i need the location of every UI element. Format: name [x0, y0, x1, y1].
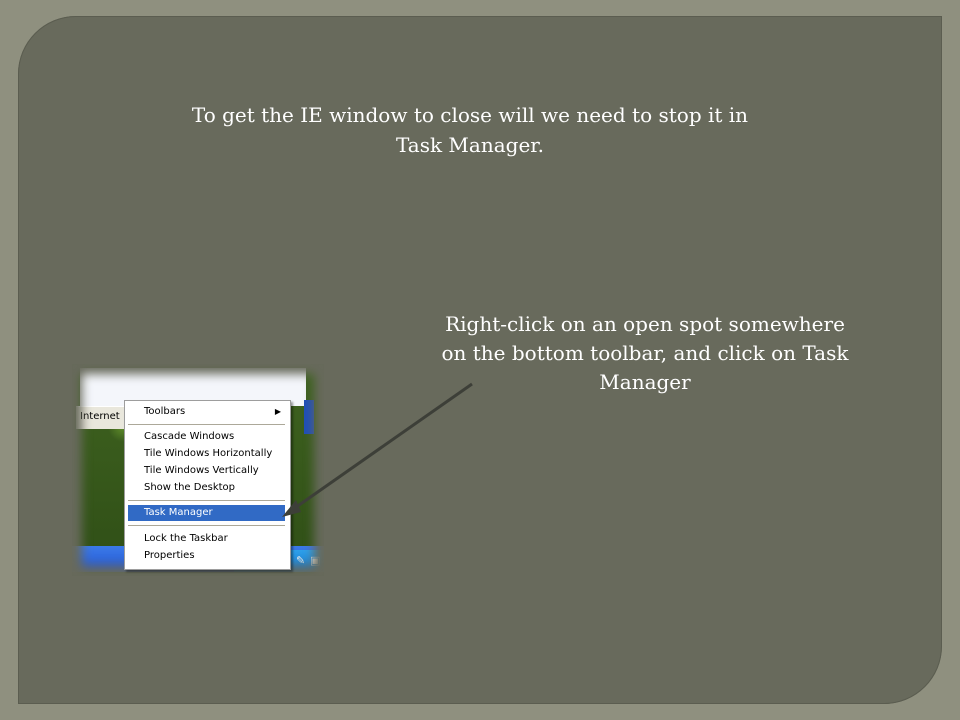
menu-item-cascade-windows[interactable]: Cascade Windows: [128, 429, 285, 445]
slide-title: To get the IE window to close will we ne…: [191, 103, 749, 157]
menu-separator: [128, 525, 285, 526]
submenu-arrow-icon: ▶: [274, 407, 281, 416]
menu-item-label: Cascade Windows: [144, 431, 235, 442]
menu-item-show-desktop[interactable]: Show the Desktop: [128, 480, 285, 496]
menu-item-task-manager[interactable]: Task Manager: [128, 505, 285, 521]
menu-item-label: Tile Windows Vertically: [144, 465, 259, 476]
taskbar-context-menu: Toolbars ▶ Cascade Windows Tile Windows …: [124, 400, 291, 570]
menu-item-properties[interactable]: Properties: [128, 548, 285, 564]
taskbar-screenshot: Internet ♫ ou ⚡ ✎ ▣ Toolbars ▶ Cascade W…: [72, 364, 324, 576]
menu-item-lock-taskbar[interactable]: Lock the Taskbar: [128, 531, 285, 547]
menu-item-label: Toolbars: [144, 406, 186, 417]
menu-item-label: Properties: [144, 550, 195, 561]
menu-item-tile-horizontally[interactable]: Tile Windows Horizontally: [128, 446, 285, 462]
menu-item-label: Task Manager: [144, 507, 213, 518]
menu-item-tile-vertically[interactable]: Tile Windows Vertically: [128, 463, 285, 479]
menu-item-label: Show the Desktop: [144, 482, 235, 493]
instruction-text: Right-click on an open spot somewhere on…: [441, 312, 849, 394]
menu-item-label: Lock the Taskbar: [144, 533, 228, 544]
menu-item-label: Tile Windows Horizontally: [144, 448, 273, 459]
menu-item-toolbars[interactable]: Toolbars ▶: [128, 404, 285, 420]
menu-separator: [128, 424, 285, 425]
menu-separator: [128, 500, 285, 501]
